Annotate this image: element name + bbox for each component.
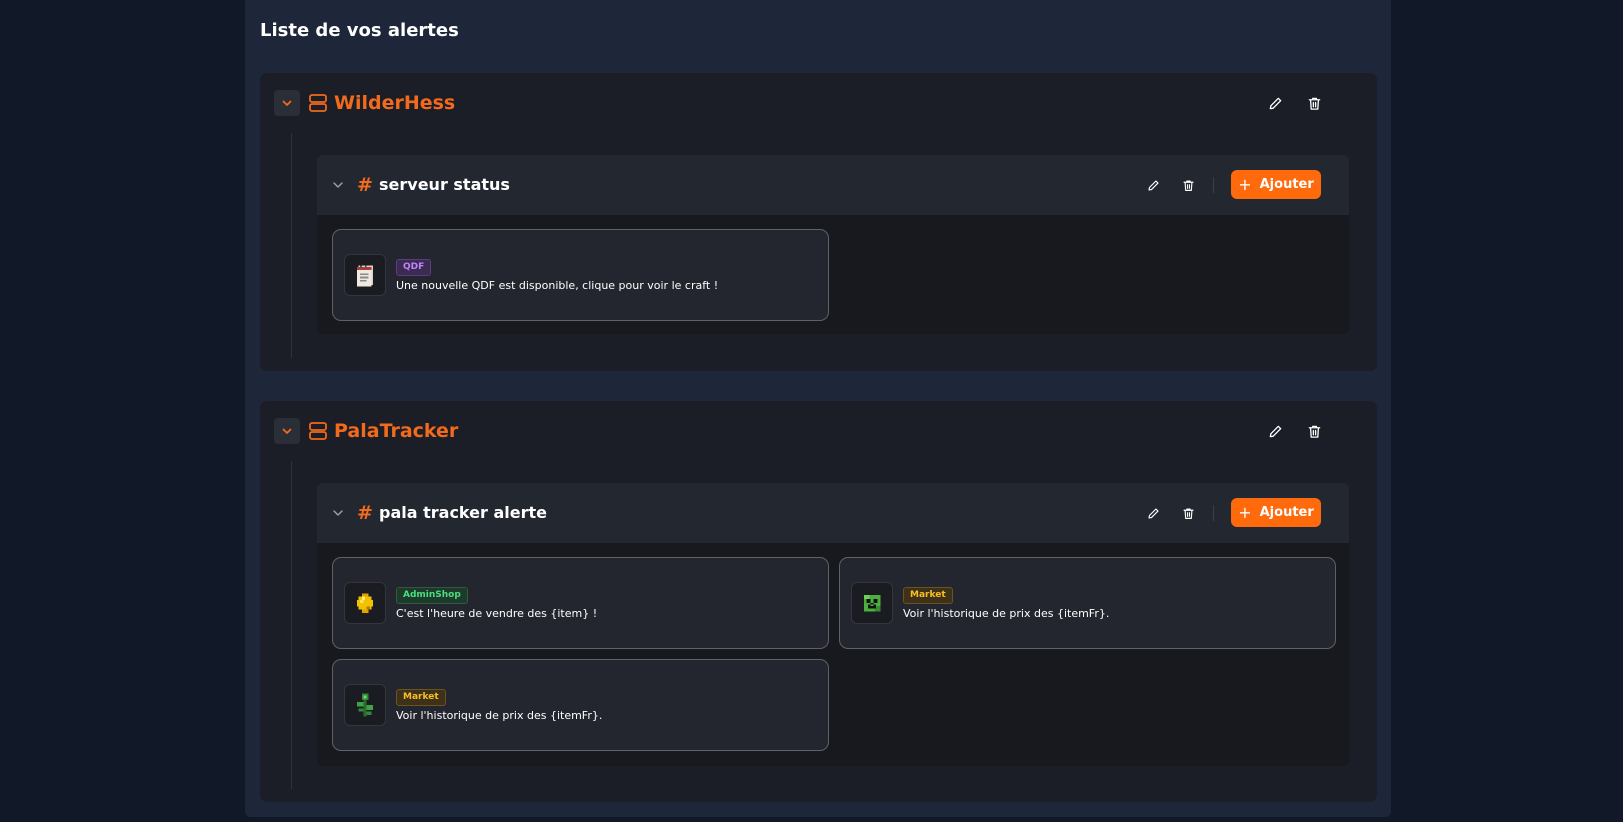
alert-type-badge: QDF [396,259,432,276]
chevron-down-icon[interactable] [330,177,346,193]
gold-nugget-icon [344,582,386,624]
channel-header: # serveur status + Ajouter [317,155,1349,215]
hash-icon: # [357,174,373,196]
edit-channel-button[interactable] [1140,500,1166,526]
hash-icon: # [357,502,373,524]
notepad-icon [344,254,386,296]
tree-line [291,461,292,789]
server-icon [309,422,327,440]
alerts-panel: Liste de vos alertes WilderHess # serveu… [245,0,1391,817]
alert-message: Voir l'historique de prix des {itemFr}. [903,607,1110,620]
add-alert-button[interactable]: + Ajouter [1231,170,1321,199]
server-header: PalaTracker [260,401,1377,461]
plus-icon: + [1238,502,1252,522]
alert-message: C'est l'heure de vendre des {item} ! [396,607,598,620]
edit-server-button[interactable] [1262,90,1288,116]
server-card-palatracker: PalaTracker # pala tracker alerte + Ajou… [260,401,1377,802]
add-alert-label: Ajouter [1259,505,1314,520]
divider [1213,505,1214,521]
collapse-server-button[interactable] [274,90,300,116]
pencil-icon [1269,97,1281,109]
alert-card[interactable]: QDF Une nouvelle QDF est disponible, cli… [332,229,829,321]
server-header: WilderHess [260,73,1377,133]
delete-channel-button[interactable] [1175,500,1201,526]
plus-icon: + [1238,174,1252,194]
trash-icon [1308,97,1320,110]
channel-name: serveur status [379,175,510,194]
add-alert-label: Ajouter [1259,177,1314,192]
divider [1213,177,1214,193]
trash-icon [1182,507,1194,519]
alert-type-badge: AdminShop [396,587,468,604]
server-icon [309,94,327,112]
tree-line [291,133,292,358]
add-alert-button[interactable]: + Ajouter [1231,498,1321,527]
server-name: PalaTracker [334,420,459,442]
chevron-down-icon [282,428,292,434]
pencil-icon [1269,425,1281,437]
delete-server-button[interactable] [1301,418,1327,444]
server-name: WilderHess [334,92,456,114]
alert-card[interactable]: AdminShop C'est l'heure de vendre des {i… [332,557,829,649]
alert-card[interactable]: Market Voir l'historique de prix des {it… [332,659,829,751]
channel-pala-tracker-alerte: # pala tracker alerte + Ajouter AdminSho… [317,483,1349,766]
alert-card[interactable]: Market Voir l'historique de prix des {it… [839,557,1336,649]
alert-message: Voir l'historique de prix des {itemFr}. [396,709,603,722]
collapse-server-button[interactable] [274,418,300,444]
green-plant-icon [344,684,386,726]
edit-server-button[interactable] [1262,418,1288,444]
trash-icon [1182,179,1194,191]
chevron-down-icon [282,100,292,106]
alert-type-badge: Market [396,689,446,706]
chevron-down-icon[interactable] [330,505,346,521]
trash-icon [1308,425,1320,438]
alert-message: Une nouvelle QDF est disponible, clique … [396,279,719,292]
alert-type-badge: Market [903,587,953,604]
pencil-icon [1147,179,1159,191]
edit-channel-button[interactable] [1140,172,1166,198]
delete-channel-button[interactable] [1175,172,1201,198]
creeper-head-icon [851,582,893,624]
pencil-icon [1147,507,1159,519]
channel-name: pala tracker alerte [379,503,547,522]
channel-serveur-status: # serveur status + Ajouter QDF Une nouve… [317,155,1349,334]
delete-server-button[interactable] [1301,90,1327,116]
channel-header: # pala tracker alerte + Ajouter [317,483,1349,543]
server-card-wilderhess: WilderHess # serveur status + Ajouter QD… [260,73,1377,371]
page-title: Liste de vos alertes [260,20,459,41]
